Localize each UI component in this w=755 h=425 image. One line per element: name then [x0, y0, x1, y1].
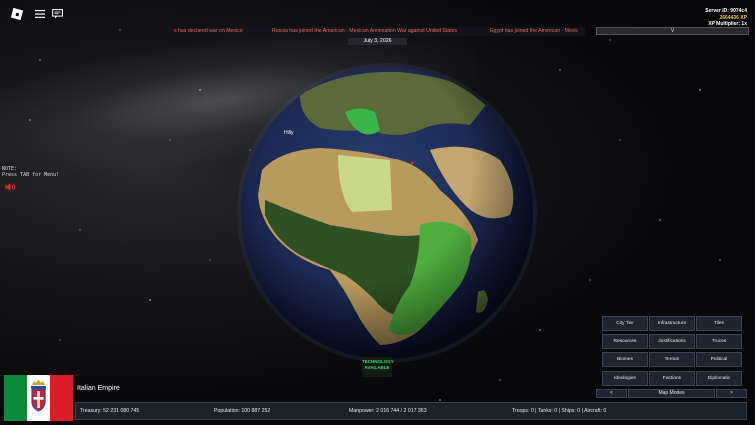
map-mode-biomes-button[interactable]: Biomes	[602, 352, 648, 367]
map-mode-justifications-button[interactable]: Justifications	[649, 334, 695, 349]
country-flag[interactable]	[4, 375, 73, 421]
technology-available-button[interactable]: TECHNOLOGY AVAILABLE	[362, 357, 394, 377]
map-mode-ideologies-button[interactable]: Ideologies	[602, 371, 648, 386]
map-mode-city-tier-button[interactable]: City Tier	[602, 316, 648, 331]
technology-status: AVAILABLE	[364, 365, 390, 370]
map-modes-label: Map Modes	[628, 389, 715, 398]
map-mode-infrastructure-button[interactable]: Infrastructure	[649, 316, 695, 331]
map-mode-political-button[interactable]: Political	[696, 352, 742, 367]
map-mode-prev-button[interactable]: <	[596, 389, 627, 398]
country-name: Italian Empire	[77, 385, 120, 392]
military-counts: Troops: 0 | Tanks: 0 | Ships: 0 | Aircra…	[512, 408, 607, 414]
map-mode-terrain-button[interactable]: Terrain	[649, 352, 695, 367]
map-mode-diplomatic-button[interactable]: Diplomatic	[696, 371, 742, 386]
map-mode-tiles-button[interactable]: Tiles	[696, 316, 742, 331]
manpower-value: Manpower: 2 016 744 / 2 017 363	[349, 408, 427, 414]
map-mode-resources-button[interactable]: Resources	[602, 334, 648, 349]
map-place-label: Hilly	[284, 130, 294, 136]
map-mode-next-button[interactable]: >	[716, 389, 747, 398]
map-mode-factions-button[interactable]: Factions	[649, 371, 695, 386]
savoy-crest-icon	[31, 379, 46, 412]
map-mode-truces-button[interactable]: Truces	[696, 334, 742, 349]
treasury-value: Treasury: 52 231 080 745	[80, 408, 140, 414]
status-bar: Treasury: 52 231 080 745 Population: 100…	[75, 402, 747, 420]
population-value: Population: 100 887 252	[214, 408, 271, 414]
